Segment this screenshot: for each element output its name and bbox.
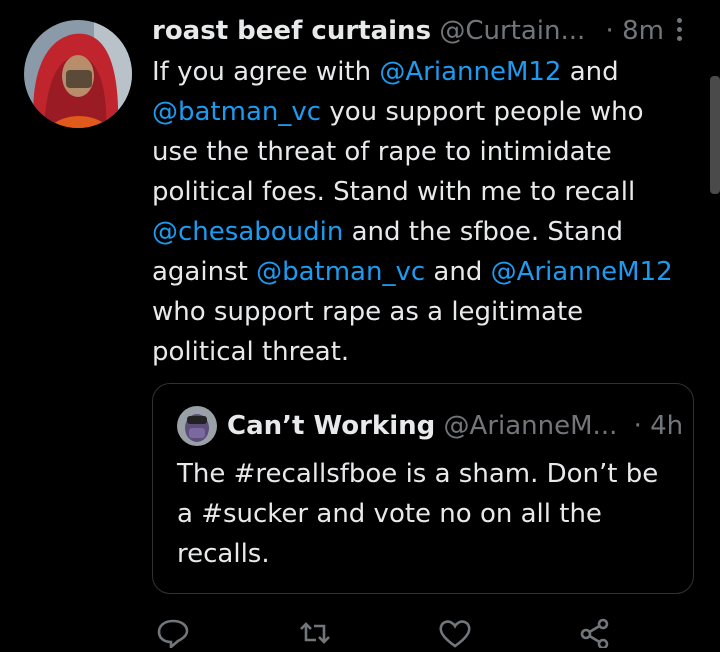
author-handle[interactable]: @Curtain... — [439, 16, 585, 46]
quoted-tweet-header: Can’t Working @ArianneM... · 4h — [227, 406, 687, 446]
mention-link[interactable]: @ArianneM12 — [491, 257, 673, 287]
author-name[interactable]: roast beef curtains — [152, 16, 431, 46]
tweet-text: If you agree with @ArianneM12 and @batma… — [152, 52, 692, 372]
reply-icon[interactable] — [156, 618, 190, 650]
share-icon[interactable] — [578, 618, 612, 650]
quoted-author-avatar[interactable] — [177, 406, 217, 446]
quoted-separator-dot: · — [633, 411, 642, 441]
mention-link[interactable]: @ArianneM12 — [379, 57, 561, 87]
tweet-text-segment: and — [561, 57, 627, 87]
quoted-tweet[interactable]: Can’t Working @ArianneM... · 4h The #rec… — [152, 383, 694, 594]
tweet-header: roast beef curtains @Curtain... · 8m — [152, 14, 692, 48]
quoted-author-handle[interactable]: @ArianneM... — [444, 411, 618, 441]
separator-dot: · — [605, 16, 614, 46]
tweet-timestamp[interactable]: 8m — [622, 16, 664, 46]
quoted-tweet-text: The #recallsfboe is a sham. Don’t be a #… — [177, 459, 659, 569]
author-avatar[interactable] — [24, 20, 132, 128]
mention-link[interactable]: @batman_vc — [152, 97, 321, 127]
tweet-text-segment: If you agree with — [152, 57, 380, 87]
scrollbar[interactable] — [710, 76, 720, 194]
mention-link[interactable]: @chesaboudin — [152, 217, 343, 247]
tweet-actions — [0, 612, 720, 650]
quoted-author-name[interactable]: Can’t Working — [227, 411, 435, 441]
like-icon[interactable] — [438, 618, 472, 648]
tweet-text-segment: and — [425, 257, 491, 287]
retweet-icon[interactable] — [298, 618, 332, 648]
more-options-icon[interactable] — [672, 18, 686, 46]
mention-link[interactable]: @batman_vc — [256, 257, 425, 287]
quoted-tweet-timestamp[interactable]: 4h — [650, 411, 683, 441]
